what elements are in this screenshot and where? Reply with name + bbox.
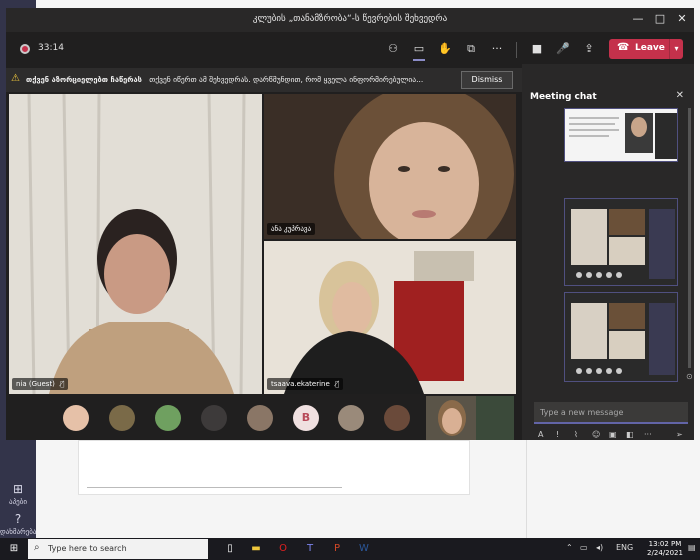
volume-icon[interactable]: ◂) xyxy=(596,543,603,552)
warning-icon: ⚠ xyxy=(11,73,20,84)
tray-chevron-icon[interactable]: ⌃ xyxy=(566,543,573,552)
chat-message-input[interactable]: Type a new message xyxy=(534,402,688,424)
search-placeholder: Type here to search xyxy=(48,544,127,553)
camera-icon[interactable]: ■ xyxy=(526,40,548,58)
file-explorer-icon[interactable]: ▬ xyxy=(248,541,264,557)
call-timer: 33:14 xyxy=(38,43,64,53)
jump-to-latest-icon[interactable]: ⊙ xyxy=(686,372,693,381)
avatar[interactable] xyxy=(63,405,89,431)
layout-icon[interactable]: ⧉ xyxy=(460,40,482,58)
notifications-icon[interactable]: ▤ xyxy=(688,543,696,552)
video-tile-ekaterine[interactable]: tsaava.ekaterine 🎙̸ xyxy=(264,241,516,394)
important-icon[interactable]: ! xyxy=(556,430,559,439)
avatar[interactable] xyxy=(109,405,135,431)
call-controls-bar: 33:14 ⚇ ▭ ✋ ⧉ ··· ■ 🎤 ⇪ ☎ Leave ▾ xyxy=(6,34,694,64)
mic-icon[interactable]: 🎤 xyxy=(552,40,574,58)
chat-compose-toolbar: A ! ⌇ ☺ ▣ ◧ ··· ➢ xyxy=(534,430,690,440)
rail-help-button[interactable]: ? დახმარება xyxy=(0,512,36,536)
chat-image-message[interactable] xyxy=(564,108,678,162)
video-tile-ana[interactable]: ანა კუპრავა xyxy=(264,94,516,239)
search-icon: ⌕ xyxy=(34,542,40,553)
participant-name: nia (Guest) xyxy=(16,380,55,388)
teams-icon[interactable]: T xyxy=(302,541,318,557)
leave-label: Leave xyxy=(635,43,665,53)
taskbar-search-input[interactable]: ⌕ Type here to search xyxy=(28,539,208,559)
rail-apps-label: აპები xyxy=(9,498,27,506)
chat-icon[interactable]: ▭ xyxy=(408,40,430,61)
self-view-video[interactable] xyxy=(426,396,514,440)
participant-name: tsaava.ekaterine xyxy=(271,380,330,388)
mic-off-icon: 🎙̸ xyxy=(335,380,340,388)
taskbar-clock[interactable]: 13:02 PM 2/24/2021 xyxy=(645,540,685,558)
meeting-window: კლუბის „თანამზრობა“-ს წევრების შეხვედრა … xyxy=(6,8,694,440)
clock-date: 2/24/2021 xyxy=(647,549,683,557)
network-icon[interactable]: ▭ xyxy=(580,543,588,552)
recording-icon xyxy=(20,44,30,54)
recording-banner: ⚠ თქვენ აზორციელებთ ჩაწერას თქვენ იწერთ … xyxy=(6,68,522,92)
dismiss-button[interactable]: Dismiss xyxy=(461,71,513,89)
emoji-icon[interactable]: ☺ xyxy=(592,430,600,439)
participant-video xyxy=(264,241,516,394)
avatar[interactable] xyxy=(201,405,227,431)
title-bar: კლუბის „თანამზრობა“-ს წევრების შეხვედრა … xyxy=(6,8,694,32)
avatar[interactable] xyxy=(384,405,410,431)
reactions-icon[interactable]: ✋ xyxy=(434,40,456,58)
clock-time: 13:02 PM xyxy=(648,540,682,548)
avatar[interactable] xyxy=(155,405,181,431)
rail-apps-button[interactable]: ⊞ აპები xyxy=(0,482,36,506)
language-indicator[interactable]: ENG xyxy=(616,543,633,552)
apps-icon: ⊞ xyxy=(12,482,24,496)
window-title: კლუბის „თანამზრობა“-ს წევრების შეხვედრა xyxy=(252,14,448,24)
powerpoint-icon[interactable]: P xyxy=(329,541,345,557)
word-icon[interactable]: W xyxy=(356,541,372,557)
send-icon[interactable]: ➢ xyxy=(676,430,683,439)
participant-video xyxy=(264,94,516,239)
participant-name: ანა კუპრავა xyxy=(271,225,312,233)
mic-off-icon: 🎙̸ xyxy=(60,380,65,388)
format-icon[interactable]: A xyxy=(538,430,543,439)
chat-scrollbar[interactable] xyxy=(688,108,691,368)
banner-text: თქვენ იწერთ ამ შეხვედრას. დარწმუნდით, რო… xyxy=(149,75,424,84)
avatar[interactable] xyxy=(338,405,364,431)
help-icon: ? xyxy=(14,512,22,526)
attach-icon[interactable]: ⌇ xyxy=(574,430,578,439)
taskbar: ⊞ ⌕ Type here to search ▯ ▬ O T P W ⌃ ▭ … xyxy=(0,538,700,560)
windows-start-icon[interactable]: ⊞ xyxy=(6,541,22,557)
close-chat-button[interactable]: ✕ xyxy=(676,90,684,101)
banner-title: თქვენ აზორციელებთ ჩაწერას xyxy=(26,75,142,84)
chevron-down-icon[interactable]: ▾ xyxy=(669,39,683,59)
minimize-button[interactable]: — xyxy=(627,12,649,25)
sticker-icon[interactable]: ◧ xyxy=(626,430,634,439)
leave-button[interactable]: ☎ Leave ▾ xyxy=(609,39,683,59)
gif-icon[interactable]: ▣ xyxy=(609,430,617,439)
avatar[interactable]: B xyxy=(293,405,319,431)
maximize-button[interactable]: □ xyxy=(649,12,671,25)
task-view-icon[interactable]: ▯ xyxy=(222,541,238,557)
more-options-icon[interactable]: ··· xyxy=(644,430,652,439)
chat-image-message[interactable] xyxy=(564,198,678,286)
opera-icon[interactable]: O xyxy=(275,541,291,557)
chat-title: Meeting chat xyxy=(530,92,597,102)
participant-video xyxy=(9,94,262,394)
chat-image-message[interactable] xyxy=(564,292,678,382)
more-icon[interactable]: ··· xyxy=(486,40,508,58)
close-button[interactable]: ✕ xyxy=(671,12,693,25)
background-document xyxy=(78,440,470,495)
avatar[interactable] xyxy=(247,405,273,431)
meeting-chat-panel: Meeting chat ✕ ⊙ Type a new message A ! … xyxy=(522,64,694,440)
phone-icon: ☎ xyxy=(617,42,630,53)
share-icon[interactable]: ⇪ xyxy=(578,40,600,58)
participants-icon[interactable]: ⚇ xyxy=(382,40,404,58)
rail-help-label: დახმარება xyxy=(0,528,37,536)
video-tile-nia[interactable]: nia (Guest) 🎙̸ xyxy=(9,94,262,394)
